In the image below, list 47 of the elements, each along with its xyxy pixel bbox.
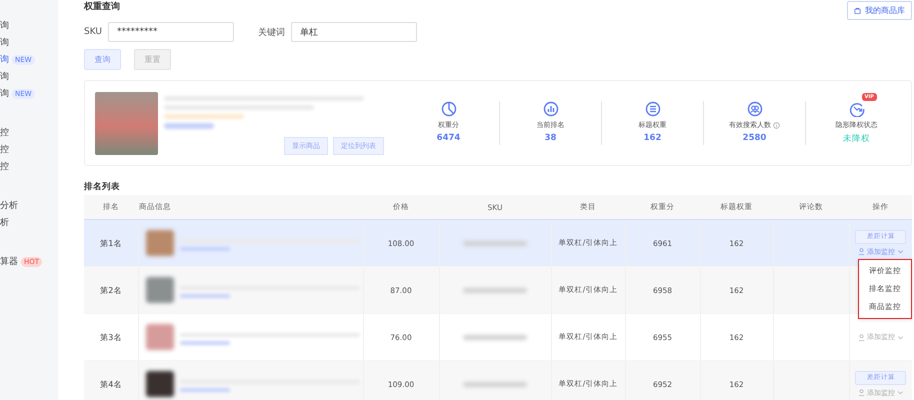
chevron-down-icon [896, 389, 904, 396]
users-icon [746, 101, 762, 117]
photo-placeholder [95, 92, 158, 154]
bag-icon [854, 7, 861, 14]
table-cell: 第1名 [84, 220, 138, 266]
sidebar-item[interactable]: 询 [0, 36, 9, 49]
photo-placeholder [146, 324, 174, 350]
user-icon [858, 248, 865, 255]
blurred-text [463, 240, 527, 246]
user-icon [858, 389, 865, 396]
sidebar-item[interactable]: 控 [0, 143, 9, 156]
sidebar-item[interactable]: 控 [0, 126, 9, 139]
sidebar-item[interactable]: 算器 [0, 255, 18, 268]
user-icon [858, 334, 865, 340]
bar-chart-icon [542, 101, 558, 117]
list-icon [644, 101, 660, 117]
sidebar-item[interactable]: 询 [0, 87, 9, 100]
sidebar-item[interactable]: 询 [0, 53, 9, 66]
sidebar-item[interactable]: 询 [0, 70, 9, 83]
chevron-down-icon [896, 334, 904, 340]
section-title: 权重查询 [84, 0, 120, 13]
stat-value: 未降权 [843, 133, 870, 145]
stat-value: 6474 [436, 133, 460, 143]
section-title: 排名列表 [84, 181, 121, 194]
blurred-text [463, 288, 527, 292]
stat-value: 162 [644, 133, 662, 143]
blurred-text [463, 334, 527, 340]
sidebar-item[interactable]: 询 [0, 19, 9, 32]
field-label: 关键词 [258, 26, 285, 38]
field-label: SKU [84, 27, 102, 37]
sku-field[interactable]: ********* [108, 22, 234, 42]
chevron-down-icon [896, 248, 904, 255]
photo-placeholder [146, 371, 174, 397]
sidebar-item[interactable]: 分析 [0, 199, 18, 212]
trend-down-icon [848, 101, 864, 117]
table-cell: 第4名 [84, 360, 138, 400]
photo-placeholder [146, 230, 174, 256]
sidebar-item[interactable]: 析 [0, 216, 9, 229]
blurred-text [463, 382, 527, 386]
stat-value: 38 [544, 133, 556, 143]
pie-chart-icon [440, 101, 456, 117]
photo-placeholder [146, 277, 174, 303]
library-button[interactable]: 我的商品库 [847, 1, 912, 20]
keyword-field[interactable]: 单杠 [290, 22, 417, 42]
stat-value: 2580 [742, 133, 766, 143]
table-cell: 第2名 [84, 266, 138, 314]
sidebar-item[interactable]: 控 [0, 160, 9, 173]
